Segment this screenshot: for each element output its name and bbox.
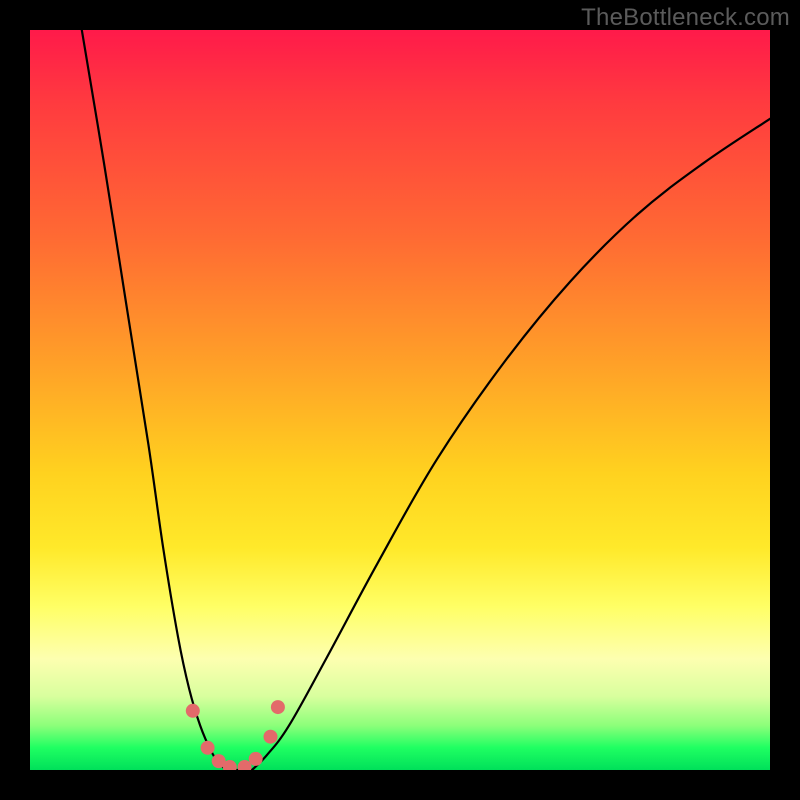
curve-marker — [186, 704, 200, 718]
watermark-text: TheBottleneck.com — [581, 4, 790, 32]
chart-frame: TheBottleneck.com — [0, 0, 800, 800]
curve-markers — [186, 700, 285, 770]
curve-layer — [30, 30, 770, 770]
plot-area — [30, 30, 770, 770]
bottleneck-curve-left — [82, 30, 226, 770]
bottleneck-curve-right — [252, 119, 770, 770]
curve-marker — [271, 700, 285, 714]
curve-marker — [249, 752, 263, 766]
curve-marker — [201, 741, 215, 755]
curve-marker — [264, 730, 278, 744]
